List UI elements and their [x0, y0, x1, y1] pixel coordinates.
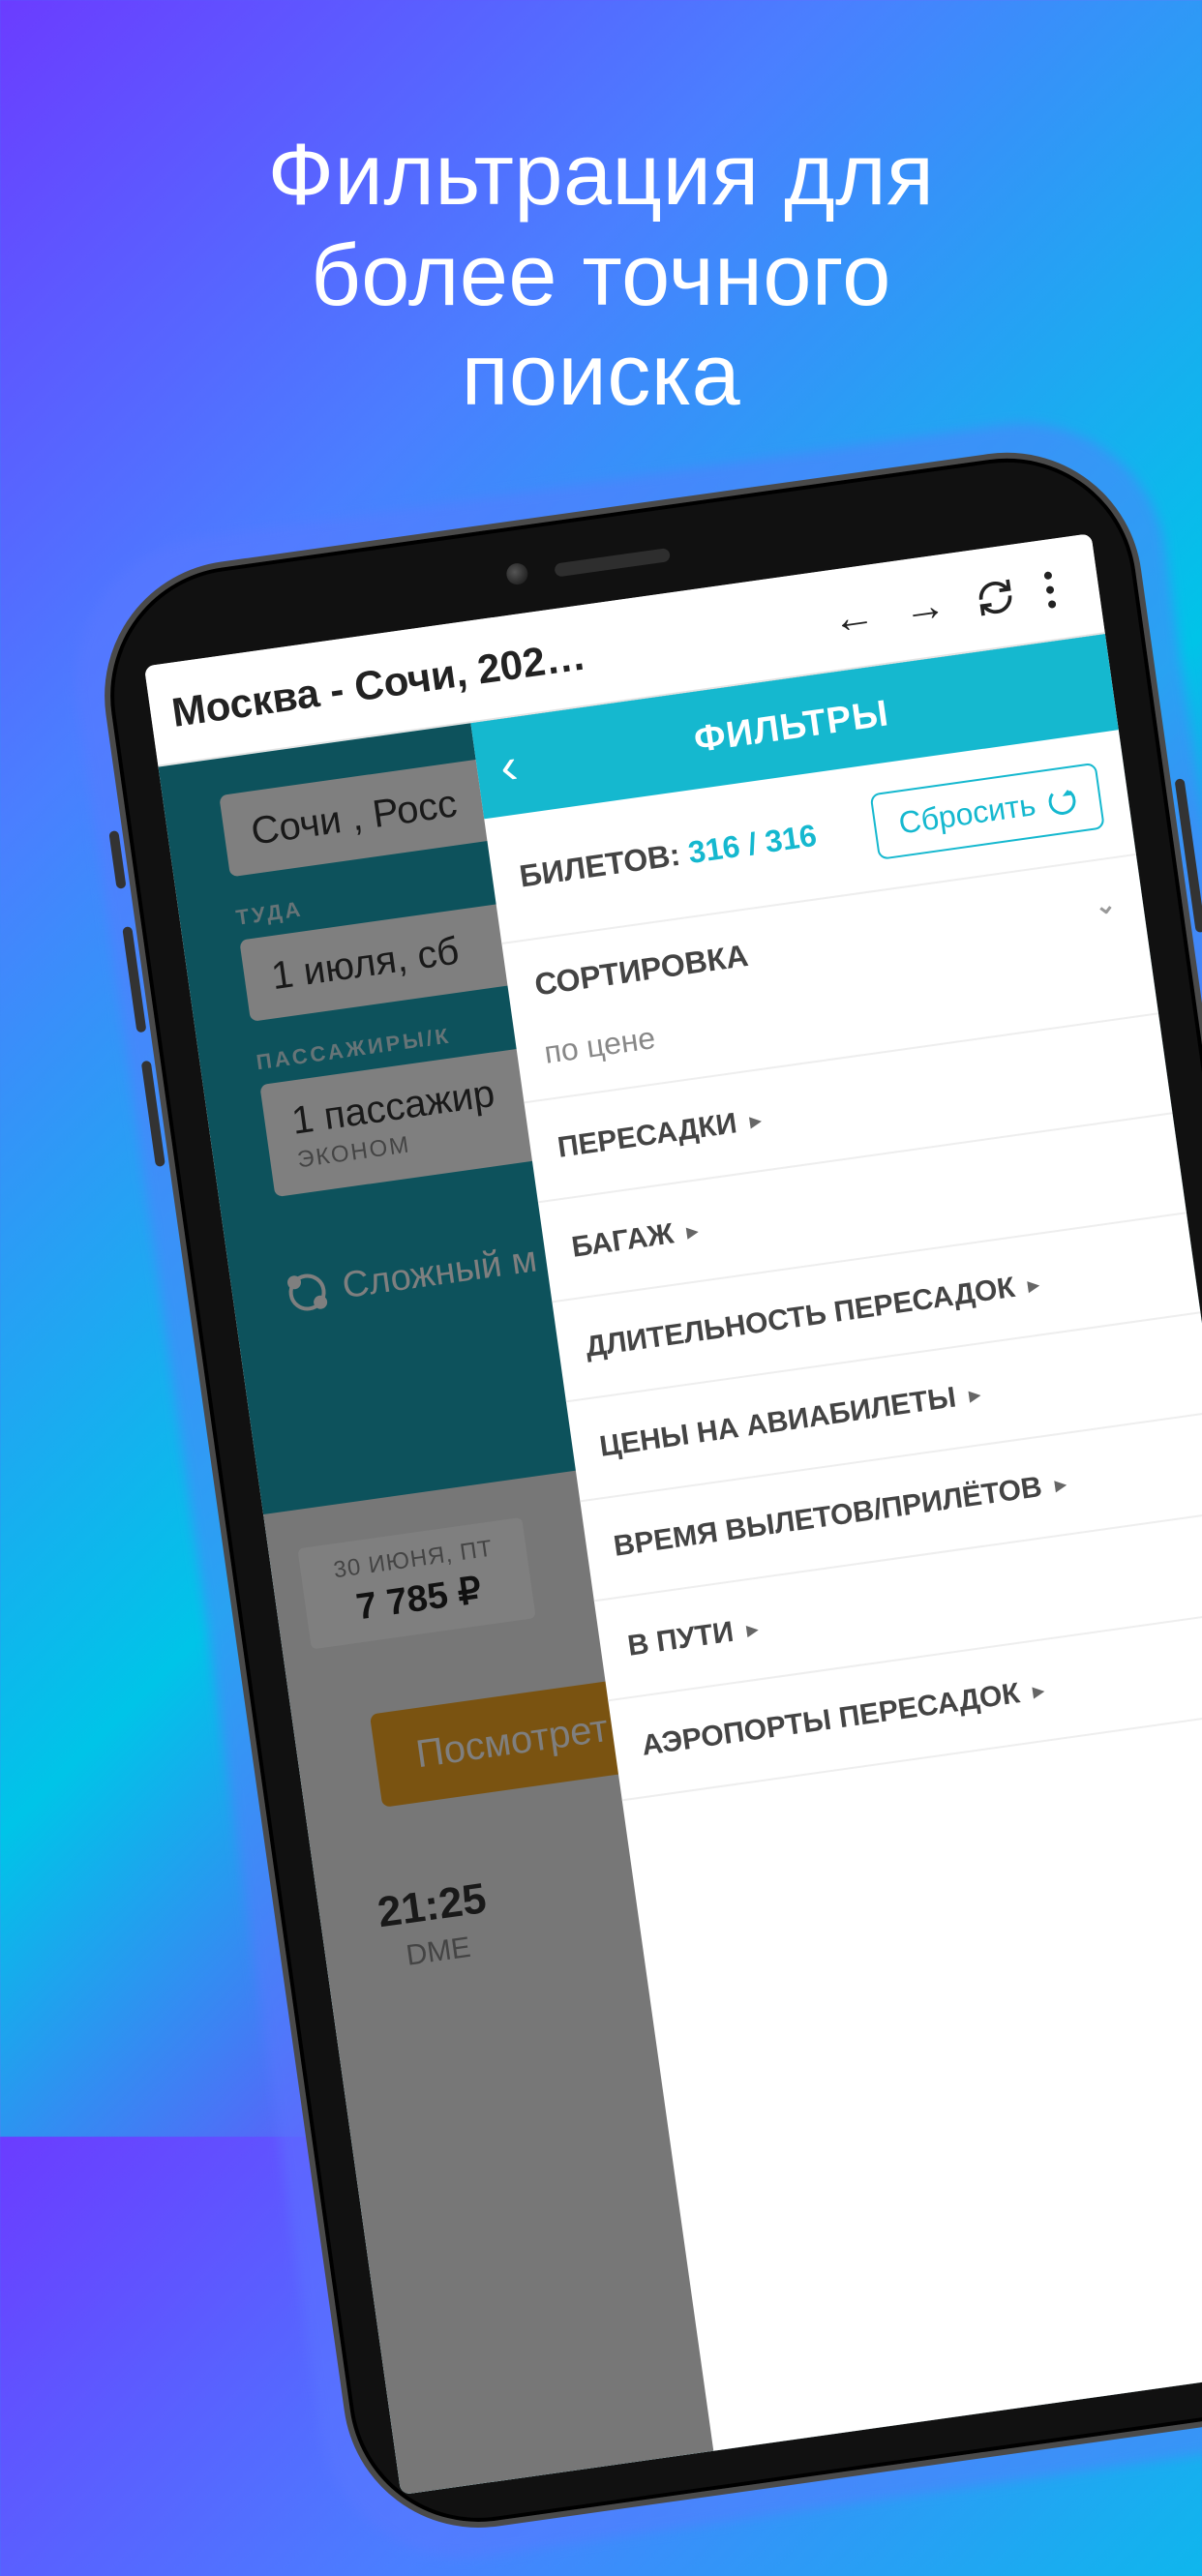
promo-line-2: более точного — [0, 226, 1202, 327]
phone-mockup: Москва - Сочи, 202… ← → Сочи , Росс ТУДА… — [87, 435, 1202, 2545]
reset-filters-button[interactable]: Сбросить — [869, 763, 1105, 860]
promo-line-1: Фильтрация для — [0, 126, 1202, 226]
chevron-down-icon: ⌄ — [1093, 888, 1118, 921]
phone-camera — [505, 562, 529, 586]
sort-header: СОРТИРОВКА — [532, 938, 750, 1003]
reset-icon — [1047, 786, 1078, 817]
tickets-count: БИЛЕТОВ: 316 / 316 — [517, 818, 819, 895]
arrow-right-icon: ▸ — [968, 1382, 982, 1408]
arrow-right-icon: ▸ — [748, 1108, 763, 1134]
arrow-right-icon: ▸ — [745, 1616, 760, 1642]
promo-headline: Фильтрация для более точного поиска — [0, 0, 1202, 427]
browser-back-button[interactable]: ← — [813, 577, 894, 658]
arrow-right-icon: ▸ — [1027, 1272, 1041, 1298]
arrow-right-icon: ▸ — [685, 1218, 700, 1244]
phone-speaker — [554, 548, 671, 578]
promo-line-3: поиска — [0, 326, 1202, 427]
browser-reload-button[interactable] — [955, 556, 1037, 638]
arrow-right-icon: ▸ — [1054, 1471, 1068, 1497]
arrow-right-icon: ▸ — [1032, 1678, 1046, 1704]
browser-forward-button[interactable]: → — [884, 567, 965, 648]
